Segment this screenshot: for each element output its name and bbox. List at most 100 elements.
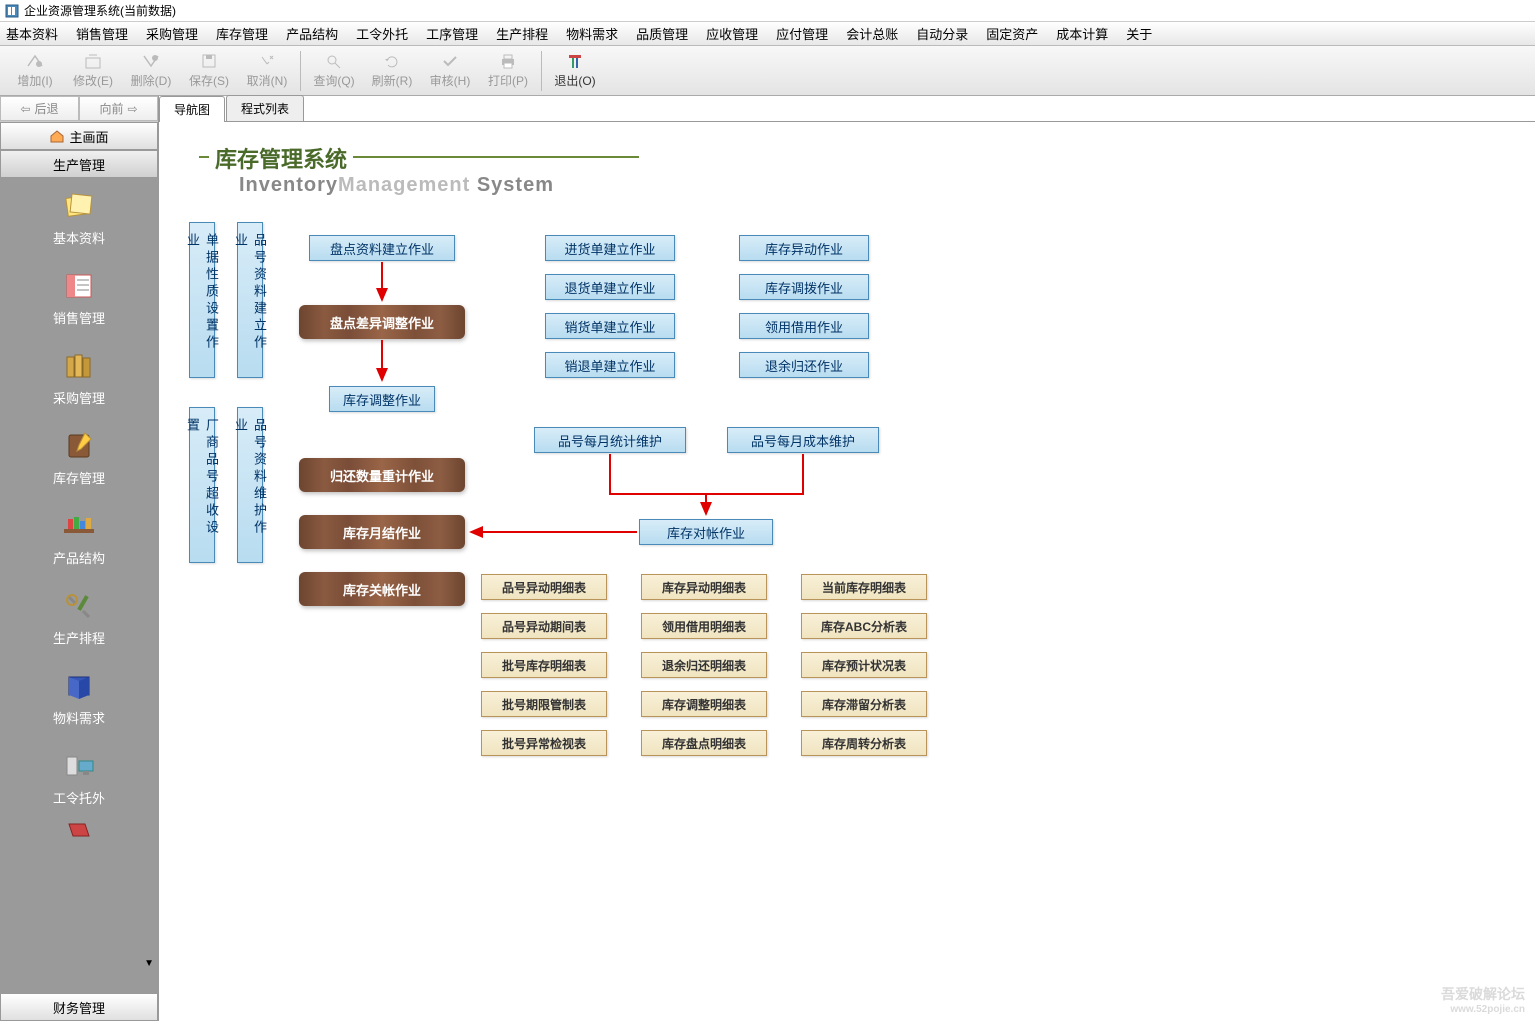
node-doc-nature[interactable]: 单据性质设置作业: [189, 222, 215, 378]
rpt-current-stock[interactable]: 当前库存明细表: [801, 574, 927, 600]
node-monthly-close[interactable]: 库存月结作业: [299, 515, 465, 549]
binder-icon: [61, 820, 97, 840]
rpt-count[interactable]: 库存盘点明细表: [641, 730, 767, 756]
left-pane: ⇦后退 向前⇨ 主画面 生产管理 基本资料 销售管理 采购管理 库存管理 产品结…: [0, 96, 159, 1021]
btn-finance-mgmt[interactable]: 财务管理: [0, 993, 158, 1021]
node-monthly-stats[interactable]: 品号每月统计维护: [534, 427, 686, 453]
menu-cost[interactable]: 成本计算: [1056, 24, 1108, 43]
node-return-recalc[interactable]: 归还数量重计作业: [299, 458, 465, 492]
tool-exit[interactable]: 退出(O): [546, 49, 604, 93]
node-purchase-return[interactable]: 退货单建立作业: [545, 274, 675, 300]
computer-icon: [61, 750, 97, 782]
tool-refresh[interactable]: 刷新(R): [363, 49, 421, 93]
node-item-maintenance[interactable]: 品号资料维护作业: [237, 407, 263, 563]
tab-navigation[interactable]: 导航图: [159, 96, 225, 122]
rpt-return[interactable]: 退余归还明细表: [641, 652, 767, 678]
menu-workorder[interactable]: 工令外托: [356, 24, 408, 43]
menu-quality[interactable]: 品质管理: [636, 24, 688, 43]
tool-audit[interactable]: 审核(H): [421, 49, 479, 93]
watermark: 吾爱破解论坛 www.52pojie.cn: [1441, 984, 1525, 1015]
rpt-item-movement[interactable]: 品号异动明细表: [481, 574, 607, 600]
sidebar-item-product[interactable]: 产品结构: [0, 498, 158, 578]
tool-query[interactable]: 查询(Q): [305, 49, 363, 93]
rpt-stock-movement[interactable]: 库存异动明细表: [641, 574, 767, 600]
node-vendor-overreceive[interactable]: 厂商品号超收设置: [189, 407, 215, 563]
sidebar-item-material[interactable]: 物料需求: [0, 658, 158, 738]
sidebar-item-inventory[interactable]: 库存管理: [0, 418, 158, 498]
rpt-forecast[interactable]: 库存预计状况表: [801, 652, 927, 678]
node-borrow-use[interactable]: 领用借用作业: [739, 313, 869, 339]
menu-sales[interactable]: 销售管理: [76, 24, 128, 43]
menu-purchase[interactable]: 采购管理: [146, 24, 198, 43]
tool-edit[interactable]: 修改(E): [64, 49, 122, 93]
sidebar-item-basic[interactable]: 基本资料: [0, 178, 158, 258]
node-stock-reconcile[interactable]: 库存对帐作业: [639, 519, 773, 545]
books-icon: [61, 350, 97, 382]
menu-assets[interactable]: 固定资产: [986, 24, 1038, 43]
rpt-borrow[interactable]: 领用借用明细表: [641, 613, 767, 639]
menu-schedule[interactable]: 生产排程: [496, 24, 548, 43]
btn-production-mgmt[interactable]: 生产管理: [0, 150, 158, 178]
notebook-icon: [61, 430, 97, 462]
menu-inventory[interactable]: 库存管理: [216, 24, 268, 43]
node-sales-return[interactable]: 销退单建立作业: [545, 352, 675, 378]
tools-icon: [61, 590, 97, 622]
node-monthly-cost[interactable]: 品号每月成本维护: [727, 427, 879, 453]
tab-program-list[interactable]: 程式列表: [226, 95, 304, 121]
sidebar-item-workorder[interactable]: 工令托外: [0, 738, 158, 818]
node-stock-movement[interactable]: 库存异动作业: [739, 235, 869, 261]
node-item-setup[interactable]: 品号资料建立作业: [237, 222, 263, 378]
node-sales-out[interactable]: 销货单建立作业: [545, 313, 675, 339]
sidebar-item-purchase[interactable]: 采购管理: [0, 338, 158, 418]
menu-material[interactable]: 物料需求: [566, 24, 618, 43]
notes-icon: [61, 190, 97, 222]
sidebar-item-schedule[interactable]: 生产排程: [0, 578, 158, 658]
menu-process[interactable]: 工序管理: [426, 24, 478, 43]
nav-back[interactable]: ⇦后退: [0, 96, 79, 121]
tool-print[interactable]: 打印(P): [479, 49, 537, 93]
forward-arrow-icon: ⇨: [127, 102, 137, 116]
titlebar: 企业资源管理系统(当前数据): [0, 0, 1535, 22]
sidebar-item-more[interactable]: [0, 818, 158, 848]
search-icon: [324, 52, 344, 70]
rpt-batch-exception[interactable]: 批号异常检视表: [481, 730, 607, 756]
node-stock-close[interactable]: 库存关帐作业: [299, 572, 465, 606]
form-icon: [61, 270, 97, 302]
rpt-item-period[interactable]: 品号异动期间表: [481, 613, 607, 639]
home-icon: [49, 129, 65, 143]
nav-forward[interactable]: 向前⇨: [79, 96, 158, 121]
menu-ap[interactable]: 应付管理: [776, 24, 828, 43]
app-icon: [4, 3, 20, 19]
menu-ar[interactable]: 应收管理: [706, 24, 758, 43]
rpt-abc[interactable]: 库存ABC分析表: [801, 613, 927, 639]
menu-basic[interactable]: 基本资料: [6, 24, 58, 43]
rpt-adjust[interactable]: 库存调整明细表: [641, 691, 767, 717]
node-diff-adjust[interactable]: 盘点差异调整作业: [299, 305, 465, 339]
menubar: 基本资料 销售管理 采购管理 库存管理 产品结构 工令外托 工序管理 生产排程 …: [0, 22, 1535, 46]
toolbar-separator: [541, 51, 542, 91]
menu-autoentry[interactable]: 自动分录: [916, 24, 968, 43]
add-icon: [25, 52, 45, 70]
rpt-turnover[interactable]: 库存周转分析表: [801, 730, 927, 756]
tool-add[interactable]: 增加(I): [6, 49, 64, 93]
menu-product[interactable]: 产品结构: [286, 24, 338, 43]
node-purchase-in[interactable]: 进货单建立作业: [545, 235, 675, 261]
node-inventory-setup[interactable]: 盘点资料建立作业: [309, 235, 455, 261]
tool-save[interactable]: 保存(S): [180, 49, 238, 93]
scroll-down-icon[interactable]: ▼: [144, 958, 154, 969]
node-stock-adjust[interactable]: 库存调整作业: [329, 386, 435, 412]
node-return-surplus[interactable]: 退余归还作业: [739, 352, 869, 378]
rpt-slow[interactable]: 库存滞留分析表: [801, 691, 927, 717]
rpt-batch-stock[interactable]: 批号库存明细表: [481, 652, 607, 678]
menu-about[interactable]: 关于: [1126, 24, 1152, 43]
refresh-icon: [382, 52, 402, 70]
sidebar-item-sales[interactable]: 销售管理: [0, 258, 158, 338]
menu-ledger[interactable]: 会计总账: [846, 24, 898, 43]
diagram-canvas: 库存管理系统 InventoryManagement System 单据性质设置…: [159, 122, 1535, 1002]
rpt-batch-expiry[interactable]: 批号期限管制表: [481, 691, 607, 717]
tool-cancel[interactable]: 取消(N): [238, 49, 296, 93]
tool-delete[interactable]: 删除(D): [122, 49, 180, 93]
btn-main-screen[interactable]: 主画面: [0, 122, 158, 150]
print-icon: [498, 52, 518, 70]
node-stock-transfer[interactable]: 库存调拨作业: [739, 274, 869, 300]
